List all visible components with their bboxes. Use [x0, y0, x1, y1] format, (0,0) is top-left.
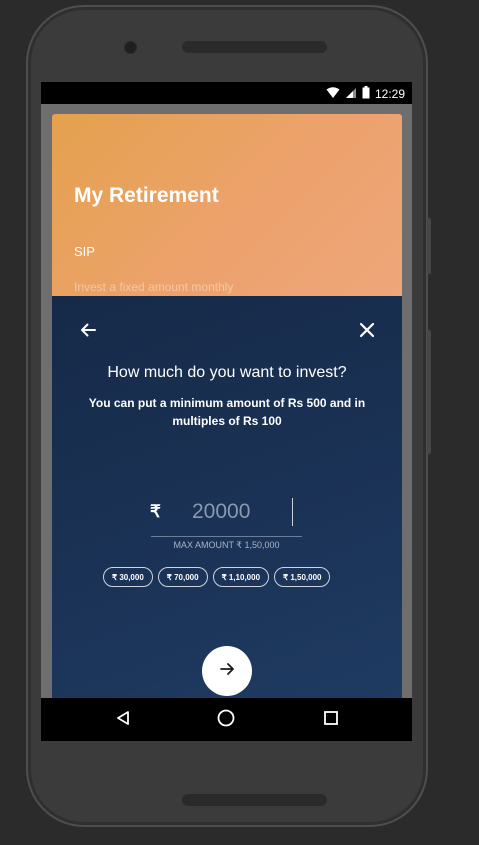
currency-symbol: ₹	[150, 502, 161, 521]
earpiece-speaker	[182, 41, 327, 53]
amount-underline	[151, 536, 302, 537]
front-camera	[124, 41, 137, 54]
home-circle-icon	[217, 709, 235, 732]
quick-amount-chip[interactable]: ₹ 1,50,000	[274, 567, 331, 587]
battery-icon	[362, 86, 370, 102]
nav-back-button[interactable]	[110, 707, 136, 733]
quick-amount-chip[interactable]: ₹ 30,000	[103, 567, 153, 587]
nav-recents-button[interactable]	[318, 707, 344, 733]
quick-amount-chip[interactable]: ₹ 70,000	[157, 567, 208, 587]
max-amount-label: MAX AMOUNT ₹ 1,50,000	[173, 540, 280, 550]
recents-square-icon	[323, 710, 339, 731]
close-button[interactable]	[353, 318, 381, 346]
close-icon	[359, 322, 375, 343]
power-button	[427, 330, 431, 454]
quick-amount-chips: ₹ 30,000 ₹ 70,000 ₹ 1,10,000 ₹ 1,50,000	[103, 567, 331, 587]
investment-rules: You can put a minimum amount of Rs 500 a…	[88, 396, 366, 428]
amount-input[interactable]	[192, 498, 293, 526]
retirement-header-card: My Retirement SIP Invest a fixed amount …	[52, 114, 402, 314]
device-screen: 12:29 My Retirement SIP Invest a fixed a…	[41, 82, 412, 741]
arrow-right-icon	[219, 661, 235, 682]
wifi-icon	[326, 86, 340, 102]
next-button[interactable]	[202, 646, 252, 696]
nav-home-button[interactable]	[213, 707, 239, 733]
page-title: My Retirement	[74, 184, 219, 207]
app-content: My Retirement SIP Invest a fixed amount …	[52, 114, 402, 698]
investment-amount-sheet: How much do you want to invest? You can …	[52, 296, 402, 698]
android-nav-bar	[41, 698, 412, 741]
bottom-speaker	[182, 794, 327, 806]
arrow-left-icon	[79, 321, 97, 344]
quick-amount-chip[interactable]: ₹ 1,10,000	[212, 567, 270, 587]
back-button[interactable]	[74, 318, 102, 346]
plan-description: Invest a fixed amount monthly	[74, 280, 234, 294]
status-time: 12:29	[374, 87, 405, 101]
back-triangle-icon	[115, 710, 131, 731]
volume-button	[427, 218, 431, 274]
investment-question: How much do you want to invest?	[107, 364, 347, 381]
signal-icon	[345, 87, 357, 102]
status-bar: 12:29	[41, 82, 412, 104]
plan-type-label: SIP	[74, 244, 95, 259]
